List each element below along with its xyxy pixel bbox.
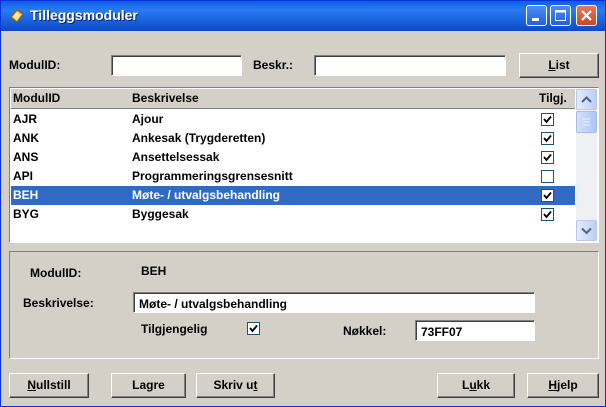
chevron-up-icon bbox=[581, 96, 592, 103]
nullstill-button[interactable]: Nullstill bbox=[9, 373, 89, 398]
row-description: Ajour bbox=[132, 112, 164, 126]
nokkel-label: Nøkkel: bbox=[343, 324, 387, 338]
scroll-down-button[interactable] bbox=[576, 220, 597, 241]
detail-modulid-value: BEH bbox=[141, 264, 167, 278]
maximize-button[interactable] bbox=[550, 5, 571, 26]
checkmark-icon bbox=[543, 153, 552, 162]
minimize-icon bbox=[532, 18, 539, 21]
checkmark-icon bbox=[249, 324, 258, 333]
available-checkbox[interactable] bbox=[541, 151, 554, 164]
column-header-beskrivelse[interactable]: Beskrivelse bbox=[132, 91, 199, 105]
available-checkbox[interactable] bbox=[541, 189, 554, 202]
skriv-ut-button[interactable]: Skriv ut bbox=[196, 373, 275, 398]
beskr-search-input[interactable] bbox=[314, 55, 506, 76]
list-header: ModulID Beskrivelse Tilgj. bbox=[11, 89, 575, 109]
row-modulid: ANK bbox=[13, 131, 39, 145]
beskrivelse-input[interactable] bbox=[133, 292, 535, 313]
detail-modulid-label: ModulID: bbox=[30, 266, 82, 280]
checkmark-icon bbox=[543, 191, 552, 200]
scroll-thumb[interactable] bbox=[576, 111, 597, 133]
detail-beskrivelse-label: Beskrivelse: bbox=[23, 296, 94, 310]
available-checkbox[interactable] bbox=[541, 208, 554, 221]
window-title: Tilleggsmoduler bbox=[30, 7, 138, 23]
row-modulid: API bbox=[13, 169, 34, 183]
module-list[interactable]: ModulID Beskrivelse Tilgj. AJR Ajour ANK… bbox=[9, 87, 599, 243]
available-checkbox[interactable] bbox=[541, 170, 554, 183]
nokkel-input[interactable] bbox=[415, 320, 535, 341]
table-row-selected[interactable]: BEH Møte- / utvalgsbehandling bbox=[11, 186, 575, 205]
hjelp-button[interactable]: Hjelp bbox=[527, 373, 599, 398]
chevron-down-icon bbox=[581, 227, 592, 235]
column-header-tilgj[interactable]: Tilgj. bbox=[539, 91, 567, 105]
row-modulid: BEH bbox=[13, 188, 39, 202]
tilgjengelig-checkbox[interactable] bbox=[247, 322, 260, 335]
row-description: Byggesak bbox=[132, 207, 189, 221]
lagre-button[interactable]: Lagre bbox=[111, 373, 186, 398]
row-description: Programmeringsgrensesnitt bbox=[132, 169, 293, 183]
modulid-search-label: ModulID: bbox=[9, 58, 61, 72]
maximize-icon bbox=[555, 10, 566, 21]
table-row[interactable]: BYG Byggesak bbox=[11, 205, 575, 224]
detail-panel: ModulID: BEH Beskrivelse: Tilgjengelig N… bbox=[9, 251, 599, 359]
table-row[interactable]: API Programmeringsgrensesnitt bbox=[11, 167, 575, 186]
checkmark-icon bbox=[543, 115, 552, 124]
column-header-modulid[interactable]: ModulID bbox=[13, 91, 60, 105]
available-checkbox[interactable] bbox=[541, 113, 554, 126]
close-icon bbox=[581, 10, 592, 21]
table-row[interactable]: ANK Ankesak (Trygderetten) bbox=[11, 129, 575, 148]
checkmark-icon bbox=[543, 134, 552, 143]
table-row[interactable]: ANS Ansettelsessak bbox=[11, 148, 575, 167]
list-button[interactable]: List bbox=[519, 53, 599, 78]
table-row[interactable]: AJR Ajour bbox=[11, 110, 575, 129]
row-modulid: BYG bbox=[13, 207, 40, 221]
row-description: Ankesak (Trygderetten) bbox=[132, 131, 266, 145]
lukk-button[interactable]: Lukk bbox=[437, 373, 515, 398]
minimize-button[interactable] bbox=[526, 5, 547, 26]
app-icon bbox=[10, 9, 24, 23]
vertical-scrollbar[interactable] bbox=[576, 89, 597, 241]
module-window: Tilleggsmoduler ModulID: Beskr.: List Mo… bbox=[0, 0, 606, 407]
row-description: Ansettelsessak bbox=[132, 150, 220, 164]
row-modulid: ANS bbox=[13, 150, 39, 164]
tilgjengelig-label: Tilgjengelig bbox=[141, 322, 208, 336]
title-bar[interactable]: Tilleggsmoduler bbox=[1, 1, 605, 31]
available-checkbox[interactable] bbox=[541, 132, 554, 145]
grip-icon bbox=[583, 118, 590, 126]
close-button[interactable] bbox=[576, 5, 597, 26]
row-description: Møte- / utvalgsbehandling bbox=[132, 188, 281, 202]
beskr-search-label: Beskr.: bbox=[253, 58, 294, 72]
checkmark-icon bbox=[543, 210, 552, 219]
row-modulid: AJR bbox=[13, 112, 38, 126]
scroll-up-button[interactable] bbox=[576, 89, 597, 110]
modulid-search-input[interactable] bbox=[111, 55, 242, 76]
